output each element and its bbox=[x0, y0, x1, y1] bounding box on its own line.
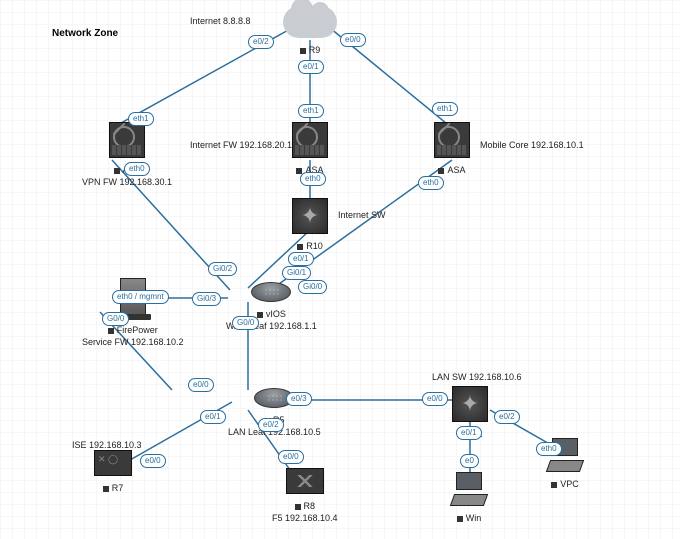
node-tag: FirePower bbox=[82, 325, 184, 335]
node-tag: VPC bbox=[548, 479, 582, 489]
port-label: Gi0/1 bbox=[282, 266, 311, 280]
mobile-label: Mobile Core 192.168.10.1 bbox=[480, 140, 584, 150]
port-label: e0/1 bbox=[456, 426, 482, 440]
port-label: e0/0 bbox=[188, 378, 214, 392]
node-internet-sw[interactable]: R10 bbox=[292, 198, 328, 251]
f5-icon bbox=[286, 468, 324, 494]
port-label: e0/2 bbox=[258, 418, 284, 432]
port-label: eth1 bbox=[128, 112, 154, 126]
port-label: e0/2 bbox=[248, 35, 274, 49]
node-label: Service FW 192.168.10.2 bbox=[82, 337, 184, 347]
node-firepower[interactable]: FirePower Service FW 192.168.10.2 bbox=[82, 278, 184, 347]
lansw-label: LAN SW 192.168.10.6 bbox=[432, 372, 522, 382]
port-label: e0/1 bbox=[298, 60, 324, 74]
port-label: eth0 bbox=[124, 162, 150, 176]
port-label: e0 bbox=[460, 454, 479, 468]
port-label: eth0 / mgmnt bbox=[112, 290, 169, 304]
asa-icon bbox=[292, 122, 328, 158]
port-label: eth1 bbox=[432, 102, 458, 116]
port-label: e0/1 bbox=[200, 410, 226, 424]
node-mobile-core[interactable]: ASA bbox=[434, 122, 470, 175]
node-vpn-fw[interactable]: ASA VPN FW 192.168.30.1 bbox=[82, 122, 172, 187]
port-label: e0/0 bbox=[422, 392, 448, 406]
node-tag: R7 bbox=[94, 483, 132, 493]
node-tag: R10 bbox=[292, 241, 328, 251]
port-label: G0/0 bbox=[102, 312, 129, 326]
port-label: G0/0 bbox=[232, 316, 259, 330]
pc-icon bbox=[452, 472, 486, 506]
port-label: e0/3 bbox=[286, 392, 312, 406]
port-label: Gi0/0 bbox=[298, 280, 327, 294]
ise-label: ISE 192.168.10.3 bbox=[72, 440, 142, 450]
port-label: e0/1 bbox=[288, 252, 314, 266]
node-tag: R9 bbox=[283, 45, 337, 55]
node-tag: ASA bbox=[434, 165, 470, 175]
switch-icon bbox=[292, 198, 328, 234]
ise-icon bbox=[94, 450, 132, 476]
node-label: F5 192.168.10.4 bbox=[272, 513, 338, 523]
inetfw-label: Internet FW 192.168.20.1 bbox=[190, 140, 292, 150]
cloud-label: Internet 8.8.8.8 bbox=[190, 16, 251, 26]
port-label: Gi0/2 bbox=[208, 262, 237, 276]
node-internet-fw[interactable]: ASA bbox=[292, 122, 328, 175]
inetsw-label: Internet SW bbox=[338, 210, 386, 220]
node-label: VPN FW 192.168.30.1 bbox=[82, 177, 172, 187]
node-win[interactable]: Win bbox=[452, 472, 486, 523]
port-label: e0/2 bbox=[494, 410, 520, 424]
diagram-canvas: Network Zone R9 Internet 8.8.8.8 ASA VPN… bbox=[0, 0, 680, 539]
node-tag: Win bbox=[452, 513, 486, 523]
port-label: Gi0/3 bbox=[192, 292, 221, 306]
node-internet-cloud[interactable]: R9 bbox=[283, 6, 337, 55]
port-label: e0/0 bbox=[278, 450, 304, 464]
cloud-icon bbox=[283, 6, 337, 38]
port-label: e0/0 bbox=[140, 454, 166, 468]
router-icon bbox=[251, 282, 291, 302]
zone-title: Network Zone bbox=[52, 28, 118, 39]
asa-icon bbox=[434, 122, 470, 158]
switch-icon bbox=[452, 386, 488, 422]
port-label: eth0 bbox=[300, 172, 326, 186]
node-f5[interactable]: R8 F5 192.168.10.4 bbox=[272, 468, 338, 523]
asa-icon bbox=[109, 122, 145, 158]
port-label: eth1 bbox=[298, 104, 324, 118]
node-ise[interactable]: R7 bbox=[94, 450, 132, 493]
port-label: e0/0 bbox=[340, 33, 366, 47]
port-label: eth0 bbox=[418, 176, 444, 190]
port-label: eth0 bbox=[536, 442, 562, 456]
node-tag: R8 bbox=[272, 501, 338, 511]
